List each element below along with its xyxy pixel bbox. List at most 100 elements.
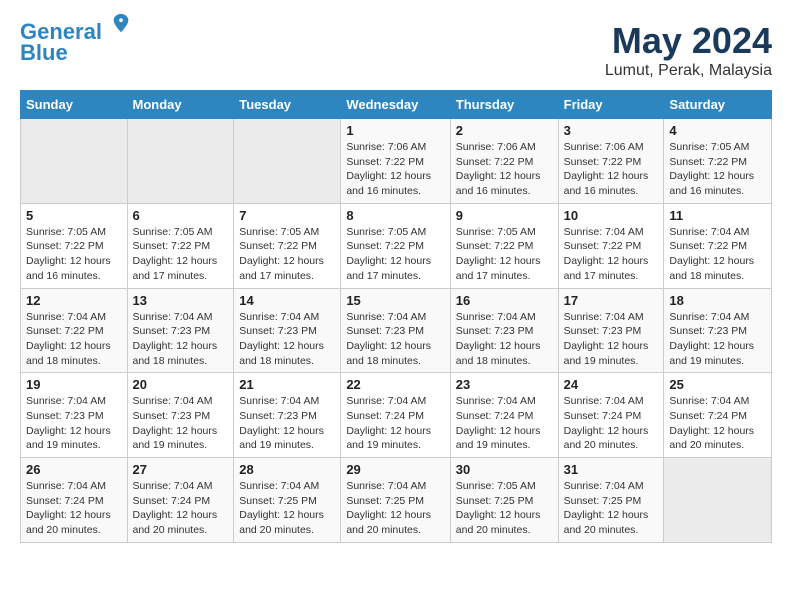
day-number: 8 bbox=[346, 208, 444, 223]
day-info: Sunrise: 7:04 AMSunset: 7:24 PMDaylight:… bbox=[669, 394, 766, 453]
day-info: Sunrise: 7:06 AMSunset: 7:22 PMDaylight:… bbox=[346, 140, 444, 199]
calendar-cell: 19Sunrise: 7:04 AMSunset: 7:23 PMDayligh… bbox=[21, 373, 128, 458]
weekday-header: Sunday bbox=[21, 91, 128, 119]
day-number: 15 bbox=[346, 293, 444, 308]
calendar-cell: 9Sunrise: 7:05 AMSunset: 7:22 PMDaylight… bbox=[450, 203, 558, 288]
weekday-header: Tuesday bbox=[234, 91, 341, 119]
day-info: Sunrise: 7:04 AMSunset: 7:24 PMDaylight:… bbox=[133, 479, 229, 538]
day-info: Sunrise: 7:04 AMSunset: 7:25 PMDaylight:… bbox=[564, 479, 659, 538]
weekday-header: Wednesday bbox=[341, 91, 450, 119]
day-info: Sunrise: 7:06 AMSunset: 7:22 PMDaylight:… bbox=[456, 140, 553, 199]
day-number: 5 bbox=[26, 208, 122, 223]
calendar-cell: 13Sunrise: 7:04 AMSunset: 7:23 PMDayligh… bbox=[127, 288, 234, 373]
calendar-cell: 26 Sunrise: 7:04 AMSunset: 7:24 PMDayligh… bbox=[21, 458, 128, 543]
calendar-cell: 7 Sunrise: 7:05 AMSunset: 7:22 PMDaylight… bbox=[234, 203, 341, 288]
calendar-cell: 24 Sunrise: 7:04 AMSunset: 7:24 PMDayligh… bbox=[558, 373, 664, 458]
calendar-cell: 10Sunrise: 7:04 AMSunset: 7:22 PMDayligh… bbox=[558, 203, 664, 288]
calendar-cell: 17 Sunrise: 7:04 AMSunset: 7:23 PMDayligh… bbox=[558, 288, 664, 373]
day-number: 25 bbox=[669, 377, 766, 392]
calendar-cell: 8Sunrise: 7:05 AMSunset: 7:22 PMDaylight… bbox=[341, 203, 450, 288]
day-number: 28 bbox=[239, 462, 335, 477]
day-info: Sunrise: 7:04 AMSunset: 7:24 PMDaylight:… bbox=[26, 479, 122, 538]
calendar-cell: 23Sunrise: 7:04 AMSunset: 7:24 PMDayligh… bbox=[450, 373, 558, 458]
day-info: Sunrise: 7:04 AMSunset: 7:23 PMDaylight:… bbox=[346, 310, 444, 369]
day-number: 31 bbox=[564, 462, 659, 477]
calendar-table: SundayMondayTuesdayWednesdayThursdayFrid… bbox=[20, 90, 772, 543]
month-title: May 2024 bbox=[605, 20, 772, 62]
day-info: Sunrise: 7:04 AMSunset: 7:23 PMDaylight:… bbox=[456, 310, 553, 369]
calendar-cell bbox=[127, 119, 234, 204]
day-number: 16 bbox=[456, 293, 553, 308]
day-info: Sunrise: 7:04 AMSunset: 7:24 PMDaylight:… bbox=[564, 394, 659, 453]
calendar-cell: 27Sunrise: 7:04 AMSunset: 7:24 PMDayligh… bbox=[127, 458, 234, 543]
day-info: Sunrise: 7:04 AMSunset: 7:23 PMDaylight:… bbox=[669, 310, 766, 369]
day-number: 9 bbox=[456, 208, 553, 223]
day-info: Sunrise: 7:04 AMSunset: 7:22 PMDaylight:… bbox=[669, 225, 766, 284]
day-number: 11 bbox=[669, 208, 766, 223]
day-info: Sunrise: 7:04 AMSunset: 7:25 PMDaylight:… bbox=[346, 479, 444, 538]
title-area: May 2024 Lumut, Perak, Malaysia bbox=[605, 20, 772, 80]
logo: General Blue bbox=[20, 20, 132, 66]
day-info: Sunrise: 7:06 AMSunset: 7:22 PMDaylight:… bbox=[564, 140, 659, 199]
day-info: Sunrise: 7:05 AMSunset: 7:22 PMDaylight:… bbox=[669, 140, 766, 199]
calendar-cell bbox=[234, 119, 341, 204]
day-info: Sunrise: 7:04 AMSunset: 7:23 PMDaylight:… bbox=[239, 310, 335, 369]
calendar-cell: 20 Sunrise: 7:04 AMSunset: 7:23 PMDayligh… bbox=[127, 373, 234, 458]
day-info: Sunrise: 7:04 AMSunset: 7:23 PMDaylight:… bbox=[239, 394, 335, 453]
day-number: 14 bbox=[239, 293, 335, 308]
calendar-cell bbox=[664, 458, 772, 543]
day-info: Sunrise: 7:04 AMSunset: 7:23 PMDaylight:… bbox=[133, 394, 229, 453]
calendar-cell: 31 Sunrise: 7:04 AMSunset: 7:25 PMDayligh… bbox=[558, 458, 664, 543]
calendar-week-row: 1 Sunrise: 7:06 AMSunset: 7:22 PMDaylight… bbox=[21, 119, 772, 204]
weekday-header: Friday bbox=[558, 91, 664, 119]
day-number: 18 bbox=[669, 293, 766, 308]
calendar-cell: 15 Sunrise: 7:04 AMSunset: 7:23 PMDayligh… bbox=[341, 288, 450, 373]
calendar-cell: 21 Sunrise: 7:04 AMSunset: 7:23 PMDayligh… bbox=[234, 373, 341, 458]
day-number: 17 bbox=[564, 293, 659, 308]
weekday-header: Thursday bbox=[450, 91, 558, 119]
page-header: General Blue May 2024 Lumut, Perak, Mala… bbox=[20, 20, 772, 80]
day-number: 6 bbox=[133, 208, 229, 223]
calendar-cell: 3 Sunrise: 7:06 AMSunset: 7:22 PMDaylight… bbox=[558, 119, 664, 204]
day-number: 30 bbox=[456, 462, 553, 477]
calendar-cell: 2 Sunrise: 7:06 AMSunset: 7:22 PMDaylight… bbox=[450, 119, 558, 204]
day-number: 3 bbox=[564, 123, 659, 138]
day-number: 20 bbox=[133, 377, 229, 392]
location: Lumut, Perak, Malaysia bbox=[605, 62, 772, 80]
calendar-cell: 25 Sunrise: 7:04 AMSunset: 7:24 PMDayligh… bbox=[664, 373, 772, 458]
calendar-cell: 12 Sunrise: 7:04 AMSunset: 7:22 PMDayligh… bbox=[21, 288, 128, 373]
calendar-cell bbox=[21, 119, 128, 204]
calendar-week-row: 12 Sunrise: 7:04 AMSunset: 7:22 PMDayligh… bbox=[21, 288, 772, 373]
day-info: Sunrise: 7:05 AMSunset: 7:22 PMDaylight:… bbox=[133, 225, 229, 284]
day-info: Sunrise: 7:04 AMSunset: 7:22 PMDaylight:… bbox=[26, 310, 122, 369]
day-number: 26 bbox=[26, 462, 122, 477]
day-number: 4 bbox=[669, 123, 766, 138]
calendar-cell: 22Sunrise: 7:04 AMSunset: 7:24 PMDayligh… bbox=[341, 373, 450, 458]
day-number: 7 bbox=[239, 208, 335, 223]
day-info: Sunrise: 7:04 AMSunset: 7:22 PMDaylight:… bbox=[564, 225, 659, 284]
day-info: Sunrise: 7:04 AMSunset: 7:23 PMDaylight:… bbox=[564, 310, 659, 369]
day-number: 2 bbox=[456, 123, 553, 138]
day-number: 13 bbox=[133, 293, 229, 308]
day-number: 29 bbox=[346, 462, 444, 477]
calendar-cell: 14 Sunrise: 7:04 AMSunset: 7:23 PMDayligh… bbox=[234, 288, 341, 373]
calendar-cell: 4 Sunrise: 7:05 AMSunset: 7:22 PMDaylight… bbox=[664, 119, 772, 204]
calendar-cell: 1 Sunrise: 7:06 AMSunset: 7:22 PMDaylight… bbox=[341, 119, 450, 204]
day-info: Sunrise: 7:05 AMSunset: 7:25 PMDaylight:… bbox=[456, 479, 553, 538]
day-info: Sunrise: 7:05 AMSunset: 7:22 PMDaylight:… bbox=[26, 225, 122, 284]
calendar-week-row: 19Sunrise: 7:04 AMSunset: 7:23 PMDayligh… bbox=[21, 373, 772, 458]
day-number: 22 bbox=[346, 377, 444, 392]
day-number: 23 bbox=[456, 377, 553, 392]
calendar-week-row: 5 Sunrise: 7:05 AMSunset: 7:22 PMDaylight… bbox=[21, 203, 772, 288]
calendar-cell: 18 Sunrise: 7:04 AMSunset: 7:23 PMDayligh… bbox=[664, 288, 772, 373]
day-number: 1 bbox=[346, 123, 444, 138]
calendar-cell: 16 Sunrise: 7:04 AMSunset: 7:23 PMDayligh… bbox=[450, 288, 558, 373]
day-info: Sunrise: 7:05 AMSunset: 7:22 PMDaylight:… bbox=[239, 225, 335, 284]
calendar-cell: 30 Sunrise: 7:05 AMSunset: 7:25 PMDayligh… bbox=[450, 458, 558, 543]
day-number: 12 bbox=[26, 293, 122, 308]
calendar-cell: 5 Sunrise: 7:05 AMSunset: 7:22 PMDaylight… bbox=[21, 203, 128, 288]
day-number: 24 bbox=[564, 377, 659, 392]
calendar-cell: 28Sunrise: 7:04 AMSunset: 7:25 PMDayligh… bbox=[234, 458, 341, 543]
calendar-cell: 11 Sunrise: 7:04 AMSunset: 7:22 PMDayligh… bbox=[664, 203, 772, 288]
day-number: 21 bbox=[239, 377, 335, 392]
